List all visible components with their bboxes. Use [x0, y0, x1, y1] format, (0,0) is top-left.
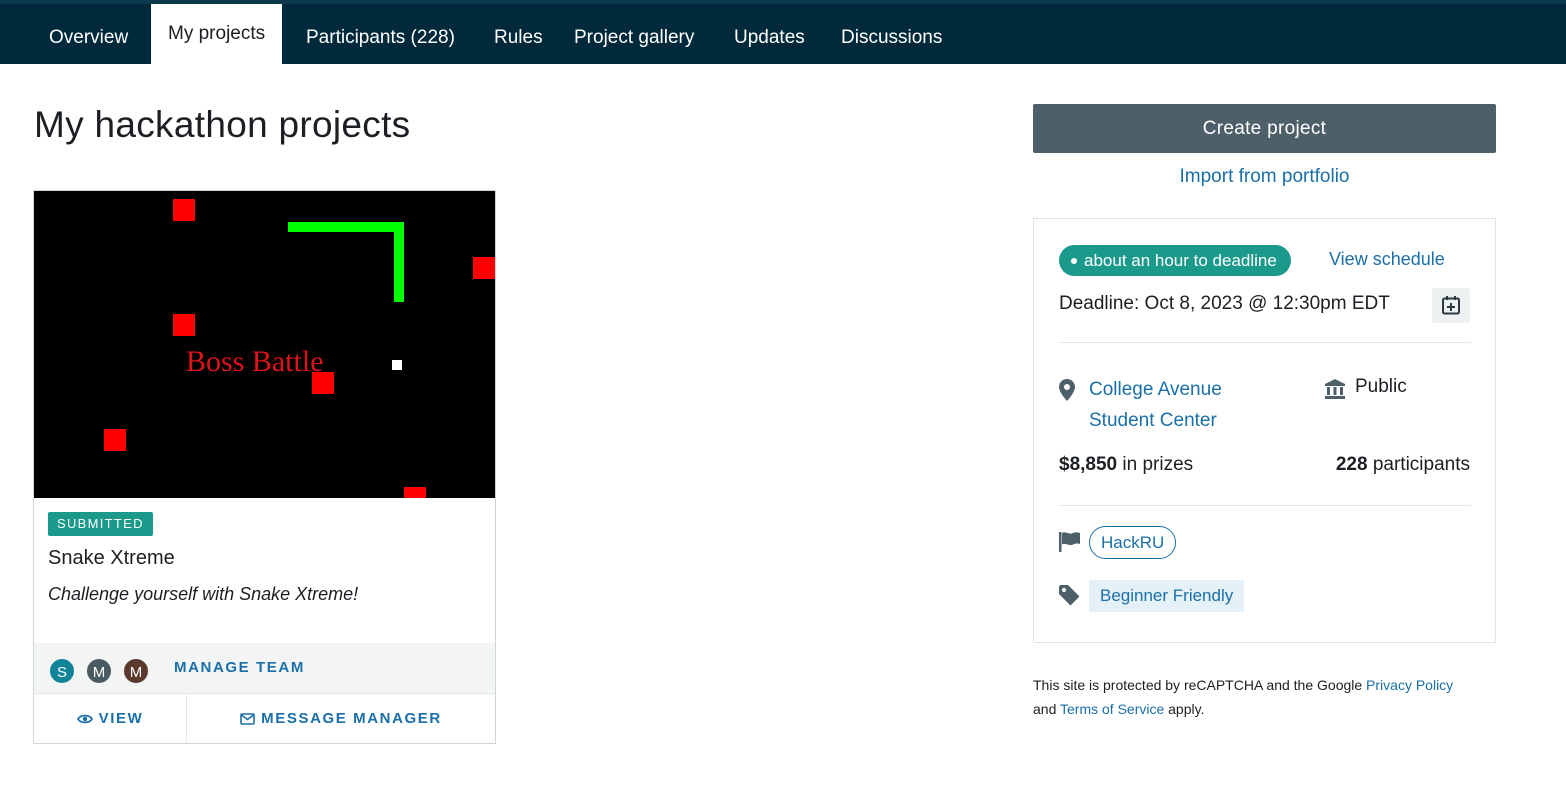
tab-participants[interactable]: Participants (228)	[289, 8, 472, 68]
theme-tag[interactable]: Beginner Friendly	[1089, 580, 1245, 612]
tag-icon	[1059, 585, 1080, 606]
status-badge: SUBMITTED	[48, 512, 153, 536]
dot-icon	[1071, 258, 1077, 264]
prize-total: $8,850 in prizes	[1059, 454, 1194, 475]
divider	[1059, 342, 1471, 343]
visibility-text: Public	[1355, 376, 1407, 397]
tab-overview[interactable]: Overview	[32, 8, 145, 68]
avatar[interactable]: S	[48, 657, 76, 685]
manage-team-link[interactable]: MANAGE TEAM	[174, 659, 305, 676]
avatar[interactable]: M	[122, 657, 150, 685]
map-pin-icon	[1059, 379, 1075, 401]
view-label: VIEW	[98, 710, 144, 727]
hackathon-info-box: about an hour to deadline View schedule …	[1033, 218, 1496, 643]
project-tagline: Challenge yourself with Snake Xtreme!	[48, 584, 359, 604]
participant-count: 228 participants	[1335, 454, 1470, 475]
create-project-button[interactable]: Create project	[1033, 104, 1496, 153]
time-left-badge: about an hour to deadline	[1059, 245, 1291, 276]
tab-updates[interactable]: Updates	[717, 8, 822, 68]
calendar-plus-icon	[1442, 296, 1460, 315]
location-link[interactable]: College Avenue Student Center	[1089, 374, 1259, 436]
add-to-calendar-button[interactable]	[1432, 288, 1470, 323]
card-actions: VIEW MESSAGE MANAGER	[34, 693, 495, 744]
message-manager-button[interactable]: MESSAGE MANAGER	[187, 694, 495, 744]
boss-battle-text: Boss Battle	[186, 345, 324, 378]
envelope-icon	[240, 713, 255, 725]
project-name[interactable]: Snake Xtreme	[48, 547, 175, 570]
project-card: Boss Battle SUBMITTED Snake Xtreme Chall…	[33, 190, 496, 744]
terms-of-service-link[interactable]: Terms of Service	[1060, 701, 1164, 717]
view-button[interactable]: VIEW	[34, 694, 187, 744]
view-schedule-link[interactable]: View schedule	[1329, 249, 1445, 270]
eye-icon	[76, 714, 93, 724]
avatar[interactable]: M	[85, 657, 113, 685]
tab-my-projects[interactable]: My projects	[151, 4, 283, 64]
recaptcha-notice: This site is protected by reCAPTCHA and …	[1033, 677, 1454, 717]
team-bar: S M M MANAGE TEAM	[34, 643, 495, 693]
host-tag[interactable]: HackRU	[1089, 526, 1177, 559]
deadline-text: Deadline: Oct 8, 2023 @ 12:30pm EDT	[1059, 293, 1390, 314]
tab-project-gallery[interactable]: Project gallery	[557, 8, 711, 68]
divider	[1059, 505, 1471, 506]
project-thumbnail[interactable]: Boss Battle	[34, 191, 495, 498]
game-screenshot: Boss Battle	[34, 191, 495, 498]
page-title: My hackathon projects	[34, 104, 411, 145]
top-nav: Overview My projects Participants (228) …	[0, 0, 1566, 64]
message-manager-label: MESSAGE MANAGER	[261, 710, 442, 727]
privacy-policy-link[interactable]: Privacy Policy	[1366, 677, 1453, 693]
flag-icon	[1059, 532, 1080, 552]
tab-rules[interactable]: Rules	[477, 8, 560, 68]
import-from-portfolio-link[interactable]: Import from portfolio	[1033, 166, 1496, 188]
institution-icon	[1325, 379, 1345, 399]
tab-discussions[interactable]: Discussions	[824, 8, 959, 68]
